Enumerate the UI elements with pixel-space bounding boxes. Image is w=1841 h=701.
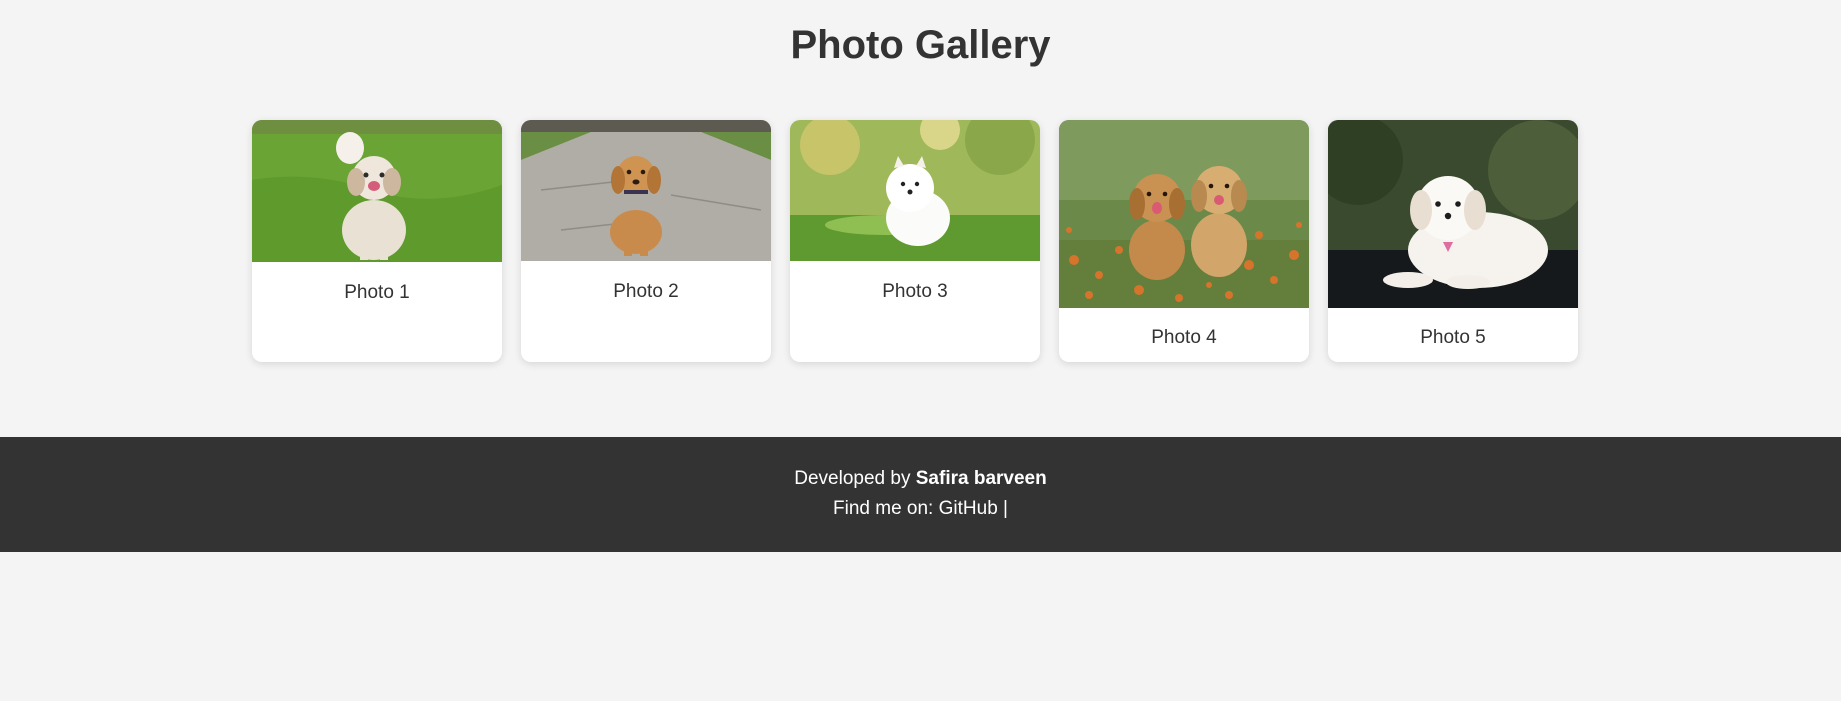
developer-name: Safira barveen (915, 468, 1047, 489)
page-title: Photo Gallery (790, 23, 1051, 67)
golden-retriever-puppy-on-path-image (521, 120, 771, 261)
gallery-card-3[interactable]: Photo 3 (790, 120, 1040, 362)
photo-caption: Photo 1 (344, 282, 410, 303)
white-pomeranian-puppy-image (790, 120, 1040, 261)
gallery-card-4[interactable]: Photo 4 (1059, 120, 1309, 362)
gallery-card-5[interactable]: Photo 5 (1328, 120, 1578, 362)
photo-caption: Photo 2 (613, 281, 679, 302)
photo-caption: Photo 4 (1151, 327, 1217, 348)
photo-gallery: Photo 1 Photo 2 Photo 3 Photo 4 Photo 5 (252, 120, 1578, 362)
photo-caption: Photo 5 (1420, 327, 1486, 348)
github-link[interactable]: GitHub (939, 498, 998, 519)
find-me-prefix: Find me on: (833, 498, 934, 519)
developed-by-prefix: Developed by (794, 468, 911, 489)
gallery-card-1[interactable]: Photo 1 (252, 120, 502, 362)
photo-caption: Photo 3 (882, 281, 948, 302)
two-golden-puppies-in-flowers-image (1059, 120, 1309, 308)
link-separator: | (1003, 498, 1008, 519)
white-maltese-puppy-image (1328, 120, 1578, 308)
gallery-card-2[interactable]: Photo 2 (521, 120, 771, 362)
puppy-shihtzu-on-grass-image (252, 120, 502, 262)
social-links: Find me on: GitHub | (0, 498, 1841, 520)
developer-credit: Developed by Safira barveen (0, 468, 1841, 490)
footer: Developed by Safira barveen Find me on: … (0, 437, 1841, 552)
